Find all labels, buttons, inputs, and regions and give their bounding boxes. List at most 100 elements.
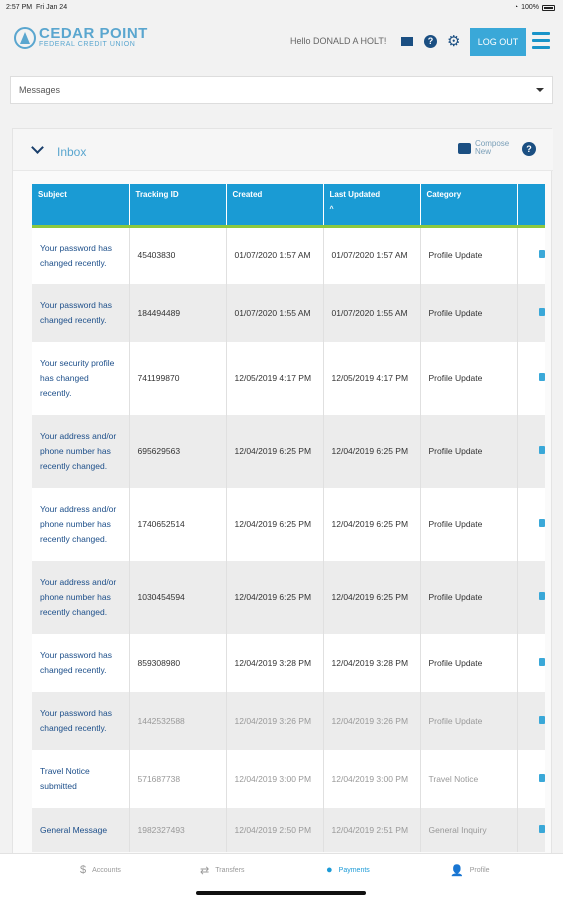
messages-table-wrap: Subject Tracking ID Created Last Updated… [32, 184, 545, 852]
logo-mark-icon [14, 26, 36, 49]
message-subject[interactable]: General Message [32, 808, 130, 852]
created-cell: 12/04/2019 3:28 PM [226, 634, 324, 692]
delete-cell [517, 284, 545, 342]
message-subject[interactable]: Your address and/or phone number has rec… [32, 415, 130, 488]
compose-new-button[interactable]: Compose New [458, 140, 515, 156]
tab-transfers[interactable]: ⇄ Transfers [200, 864, 245, 877]
message-subject[interactable]: Travel Notice submitted [32, 750, 130, 808]
last-updated-cell: 12/04/2019 3:00 PM [323, 750, 421, 808]
column-header-last-updated-label: Last Updated [329, 190, 381, 199]
sort-ascending-icon: ^ [329, 206, 334, 213]
delete-cell [517, 226, 545, 284]
status-right: ◔ 100% [514, 4, 555, 11]
battery-percent: 100% [521, 4, 539, 11]
table-row[interactable]: Your password has changed recently. 85930… [32, 634, 545, 692]
app-header: CEDAR POINT FEDERAL CREDIT UNION Hello D… [0, 16, 563, 68]
gear-icon[interactable]: ⚙ [447, 32, 460, 50]
delete-cell [517, 488, 545, 561]
logo-name: CEDAR POINT [39, 25, 148, 42]
trash-icon[interactable] [539, 657, 545, 666]
table-row[interactable]: Your password has changed recently. 18449… [32, 284, 545, 342]
last-updated-cell: 01/07/2020 1:57 AM [323, 226, 421, 284]
tab-accounts[interactable]: $ Accounts [80, 864, 121, 876]
category-cell: Profile Update [420, 561, 518, 634]
table-row[interactable]: Your address and/or phone number has rec… [32, 561, 545, 634]
tab-profile[interactable]: 👤 Profile [450, 864, 490, 877]
caret-down-icon [536, 88, 544, 92]
message-subject[interactable]: Your password has changed recently. [32, 284, 130, 342]
column-header-tracking-id[interactable]: Tracking ID [129, 184, 227, 228]
logo[interactable]: CEDAR POINT FEDERAL CREDIT UNION [14, 26, 148, 49]
page-select[interactable]: Messages [10, 76, 553, 104]
delete-cell [517, 692, 545, 750]
tracking-id-cell: 1442532588 [129, 692, 227, 750]
tracking-id-cell: 695629563 [129, 415, 227, 488]
created-cell: 12/04/2019 6:25 PM [226, 415, 324, 488]
created-cell: 12/04/2019 6:25 PM [226, 561, 324, 634]
trash-icon[interactable] [539, 773, 545, 782]
column-header-subject[interactable]: Subject [32, 184, 130, 228]
delete-cell [517, 561, 545, 634]
last-updated-cell: 12/04/2019 3:28 PM [323, 634, 421, 692]
message-subject[interactable]: Your address and/or phone number has rec… [32, 488, 130, 561]
delete-cell [517, 808, 545, 852]
tab-transfers-label: Transfers [215, 867, 245, 874]
last-updated-cell: 12/05/2019 4:17 PM [323, 342, 421, 415]
trash-icon[interactable] [539, 250, 545, 259]
help-icon[interactable]: ? [424, 35, 437, 48]
message-subject[interactable]: Your password has changed recently. [32, 634, 130, 692]
last-updated-cell: 12/04/2019 6:25 PM [323, 488, 421, 561]
wifi-icon: ◔ [513, 4, 519, 11]
category-cell: Profile Update [420, 488, 518, 561]
created-cell: 12/04/2019 6:25 PM [226, 488, 324, 561]
table-row[interactable]: Your password has changed recently. 14425… [32, 692, 545, 750]
tab-payments-label: Payments [338, 866, 370, 874]
category-cell: Profile Update [420, 692, 518, 750]
trash-icon[interactable] [539, 824, 545, 833]
column-header-last-updated[interactable]: Last Updated ^ [323, 184, 421, 228]
trash-icon[interactable] [539, 715, 545, 724]
message-subject[interactable]: Your security profile has changed recent… [32, 342, 130, 415]
inbox-header: Inbox Compose New ? [13, 129, 553, 171]
tracking-id-cell: 184494489 [129, 284, 227, 342]
last-updated-cell: 01/07/2020 1:55 AM [323, 284, 421, 342]
message-subject[interactable]: Your address and/or phone number has rec… [32, 561, 130, 634]
logout-button[interactable]: LOG OUT [470, 28, 526, 56]
transfer-icon: ⇄ [200, 865, 210, 877]
inbox-title: Inbox [57, 145, 87, 159]
category-cell: Travel Notice [420, 750, 518, 808]
tab-profile-label: Profile [469, 867, 490, 874]
table-row[interactable]: Your address and/or phone number has rec… [32, 415, 545, 488]
mail-icon[interactable] [401, 37, 413, 46]
trash-icon[interactable] [539, 373, 545, 381]
last-updated-cell: 12/04/2019 6:25 PM [323, 561, 421, 634]
category-cell: Profile Update [420, 226, 518, 284]
help-icon[interactable]: ? [522, 142, 536, 156]
trash-icon[interactable] [539, 592, 545, 600]
trash-icon[interactable] [539, 307, 545, 316]
table-row[interactable]: Your address and/or phone number has rec… [32, 488, 545, 561]
message-subject[interactable]: Your password has changed recently. [32, 226, 130, 284]
category-cell: Profile Update [420, 342, 518, 415]
tab-payments[interactable]: ● Payments [326, 864, 370, 876]
delete-cell [517, 634, 545, 692]
hamburger-menu-icon[interactable] [532, 32, 550, 53]
trash-icon[interactable] [539, 519, 545, 527]
category-cell: General Inquiry [420, 808, 518, 852]
category-cell: Profile Update [420, 634, 518, 692]
message-subject[interactable]: Your password has changed recently. [32, 692, 130, 750]
column-header-created[interactable]: Created [226, 184, 324, 228]
trash-icon[interactable] [539, 446, 545, 454]
column-header-category[interactable]: Category [420, 184, 518, 228]
tracking-id-cell: 1982327493 [129, 808, 227, 852]
chevron-down-icon[interactable] [31, 141, 44, 154]
table-row[interactable]: General Message 1982327493 12/04/2019 2:50… [32, 808, 545, 852]
tracking-id-cell: 1030454594 [129, 561, 227, 634]
table-header-row: Subject Tracking ID Created Last Updated… [32, 184, 545, 228]
delete-cell [517, 342, 545, 415]
table-row[interactable]: Travel Notice submitted 571687738 12/04/20… [32, 750, 545, 808]
delete-cell [517, 415, 545, 488]
greeting: Hello DONALD A HOLT! [290, 36, 387, 46]
table-row[interactable]: Your password has changed recently. 45403… [32, 226, 545, 284]
table-row[interactable]: Your security profile has changed recent… [32, 342, 545, 415]
